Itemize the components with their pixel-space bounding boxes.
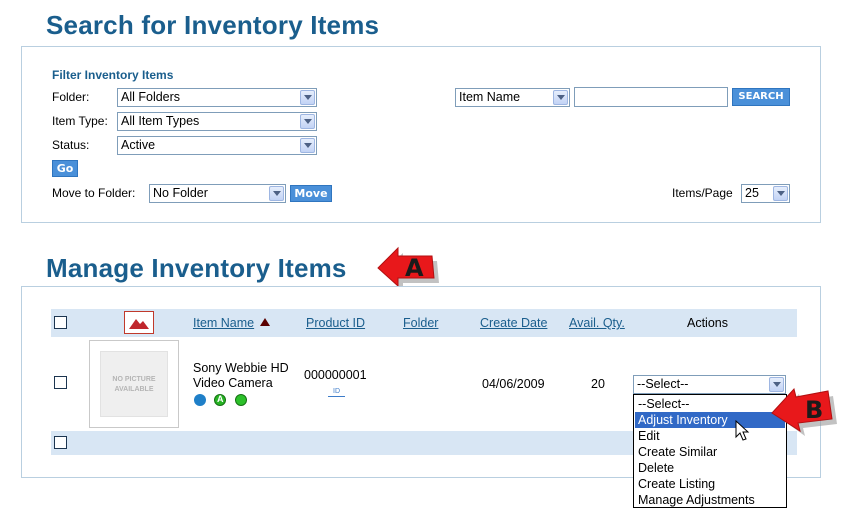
item-thumbnail[interactable]: NO PICTURE AVAILABLE — [89, 340, 179, 428]
filter-title: Filter Inventory Items — [52, 68, 174, 82]
move-folder-select[interactable]: No Folder — [149, 184, 286, 203]
chevron-down-icon — [300, 138, 315, 153]
go-button[interactable]: Go — [52, 160, 78, 177]
items-per-page-select[interactable]: 25 — [741, 184, 790, 203]
item-type-select-value: All Item Types — [121, 114, 200, 128]
mouse-cursor-icon — [735, 420, 750, 441]
folder-select-value: All Folders — [121, 90, 181, 104]
id-badge-icon[interactable]: ID — [328, 388, 345, 397]
dropdown-option-create-listing[interactable]: Create Listing — [638, 476, 715, 492]
column-create-date[interactable]: Create Date — [480, 316, 547, 330]
product-id-value: 000000001 — [304, 368, 367, 382]
search-field-select[interactable]: Item Name — [455, 88, 570, 107]
item-type-select[interactable]: All Item Types — [117, 112, 317, 131]
dropdown-option-manage-adjustments[interactable]: Manage Adjustments — [638, 492, 755, 508]
column-actions: Actions — [687, 316, 728, 330]
chevron-down-icon — [773, 186, 788, 201]
item-name[interactable]: Sony Webbie HD Video Camera — [193, 361, 289, 391]
actions-select-value: --Select-- — [637, 377, 689, 391]
items-per-page-label: Items/Page — [672, 186, 733, 200]
move-button[interactable]: Move — [290, 185, 332, 202]
column-item-name[interactable]: Item Name — [193, 316, 254, 330]
folder-label: Folder: — [52, 90, 90, 104]
dropdown-option-edit[interactable]: Edit — [638, 428, 660, 444]
folder-select[interactable]: All Folders — [117, 88, 317, 107]
avail-qty-value: 20 — [591, 377, 605, 391]
column-avail-qty[interactable]: Avail. Qty. — [569, 316, 625, 330]
create-date-value: 04/06/2009 — [482, 377, 545, 391]
move-to-folder-label: Move to Folder: — [52, 186, 136, 200]
active-status-icon — [235, 394, 247, 406]
dropdown-option-delete[interactable]: Delete — [638, 460, 674, 476]
chevron-down-icon — [300, 90, 315, 105]
dropdown-option-adjust-inventory[interactable]: Adjust Inventory — [638, 412, 728, 428]
dropdown-option-create-similar[interactable]: Create Similar — [638, 444, 717, 460]
search-button[interactable]: SEARCH — [732, 88, 790, 106]
actions-dropdown-list: --Select-- Adjust Inventory Edit Create … — [633, 394, 787, 508]
chevron-down-icon — [300, 114, 315, 129]
listing-status-icon[interactable] — [194, 394, 206, 406]
callout-a-label: A — [405, 254, 424, 282]
picture-column-icon[interactable] — [124, 311, 154, 334]
actions-select[interactable]: --Select-- — [633, 375, 786, 394]
search-field-select-value: Item Name — [459, 90, 521, 104]
status-select[interactable]: Active — [117, 136, 317, 155]
footer-select-all-checkbox[interactable] — [54, 436, 67, 449]
status-label: Status: — [52, 138, 90, 152]
row-checkbox[interactable] — [54, 376, 67, 389]
sort-ascending-icon — [260, 318, 270, 326]
chevron-down-icon — [553, 90, 568, 105]
callout-b-arrow-icon — [771, 387, 837, 436]
search-page-title: Search for Inventory Items — [46, 10, 380, 40]
select-all-checkbox[interactable] — [54, 316, 67, 329]
search-input[interactable] — [574, 87, 728, 107]
chevron-down-icon — [269, 186, 284, 201]
manage-page-title: Manage Inventory Items — [46, 253, 347, 283]
move-folder-select-value: No Folder — [153, 186, 208, 200]
callout-b-label: B — [805, 396, 824, 424]
no-picture-text: NO PICTURE AVAILABLE — [112, 376, 156, 393]
dropdown-option-select[interactable]: --Select-- — [638, 396, 689, 412]
item-name-line1: Sony Webbie HD — [193, 361, 289, 375]
items-per-page-value: 25 — [745, 186, 759, 200]
status-select-value: Active — [121, 138, 156, 152]
column-product-id[interactable]: Product ID — [306, 316, 365, 330]
auction-icon[interactable]: A — [214, 394, 226, 406]
column-folder[interactable]: Folder — [403, 316, 438, 330]
item-name-line2: Video Camera — [193, 376, 273, 390]
item-type-label: Item Type: — [52, 114, 108, 128]
